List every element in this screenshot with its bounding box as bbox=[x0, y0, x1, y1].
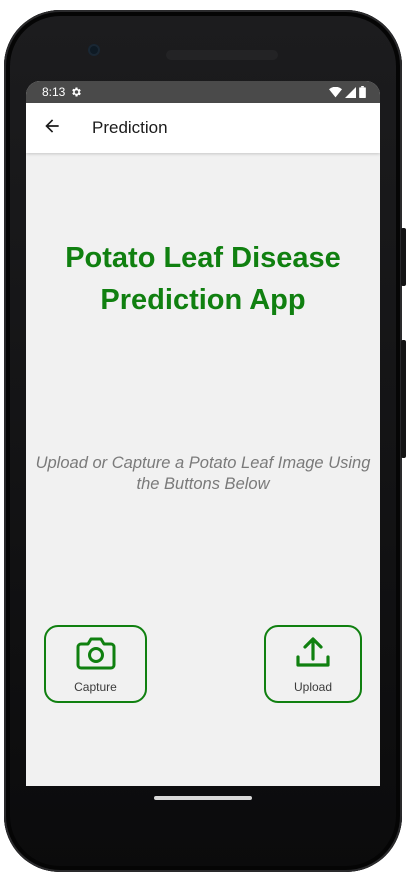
wifi-icon bbox=[329, 86, 342, 98]
status-bar: 8:13 bbox=[26, 81, 380, 103]
app-headline: Potato Leaf Disease Prediction App bbox=[65, 242, 341, 316]
capture-label: Capture bbox=[74, 679, 117, 694]
upload-button[interactable]: Upload bbox=[264, 625, 362, 703]
front-camera bbox=[88, 44, 100, 56]
upload-label: Upload bbox=[293, 679, 333, 694]
power-button bbox=[401, 228, 406, 286]
app-screen: 8:13 Prediction Potato Leaf Disease Pred… bbox=[26, 81, 380, 786]
app-bar: Prediction bbox=[26, 103, 380, 153]
volume-button bbox=[401, 340, 406, 458]
arrow-back-icon[interactable] bbox=[42, 116, 62, 141]
capture-button[interactable]: Capture bbox=[44, 625, 147, 703]
camera-icon bbox=[75, 635, 117, 676]
battery-icon bbox=[359, 86, 366, 98]
status-time: 8:13 bbox=[42, 85, 66, 99]
back-button[interactable] bbox=[28, 103, 76, 153]
page-title: Prediction bbox=[92, 118, 168, 137]
home-gesture-handle[interactable] bbox=[154, 796, 252, 800]
upload-icon bbox=[294, 635, 332, 676]
cellular-signal-icon bbox=[345, 86, 356, 98]
earpiece-speaker bbox=[166, 50, 278, 60]
instruction-text: Upload or Capture a Potato Leaf Image Us… bbox=[35, 454, 371, 493]
settings-gear-icon bbox=[70, 86, 82, 98]
